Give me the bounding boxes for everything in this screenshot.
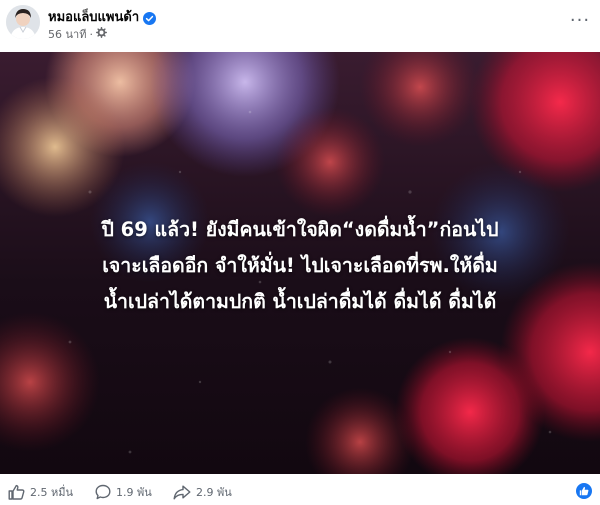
post-image[interactable]: ปี 69 แล้ว! ยังมีคนเข้าใจผิด“งดดื่มน้ำ”ก… xyxy=(0,52,600,474)
comment-button[interactable]: 1.9 พัน xyxy=(95,483,152,501)
author-name[interactable]: หมอแล็บแพนด้า xyxy=(48,6,139,27)
image-caption: ปี 69 แล้ว! ยังมีคนเข้าใจผิด“งดดื่มน้ำ”ก… xyxy=(0,212,600,320)
share-count: 2.9 พัน xyxy=(196,486,232,499)
post-header: หมอแล็บแพนด้า 56 นาที · ··· xyxy=(0,0,600,52)
share-button[interactable]: 2.9 พัน xyxy=(173,483,232,501)
author-row: หมอแล็บแพนด้า xyxy=(48,6,157,27)
more-options-icon: ··· xyxy=(569,9,591,31)
avatar[interactable] xyxy=(6,5,40,39)
gear-icon xyxy=(95,27,107,41)
caption-line-1: ปี 69 แล้ว! ยังมีคนเข้าใจผิด“งดดื่มน้ำ”ก… xyxy=(101,218,499,241)
caption-line-2: เจาะเลือดอีก จำให้มั่น! ไปเจาะเลือดที่รพ… xyxy=(102,254,498,277)
share-arrow-icon xyxy=(173,485,191,499)
post-timestamp[interactable]: 56 นาที xyxy=(48,25,86,43)
comment-count: 1.9 พัน xyxy=(116,486,152,499)
more-options-button[interactable]: ··· xyxy=(568,9,592,31)
comment-bubble-icon xyxy=(95,484,111,500)
meta-separator: · xyxy=(89,27,93,41)
like-reaction-icon[interactable] xyxy=(576,483,592,499)
avatar-photo xyxy=(6,5,40,39)
post-footer: 2.5 หมื่น 1.9 พัน 2.9 พัน xyxy=(0,474,600,505)
like-count: 2.5 หมื่น xyxy=(30,486,74,499)
post-meta: 56 นาที · xyxy=(48,25,107,43)
verified-badge-icon xyxy=(143,10,157,25)
caption-line-3: น้ำเปล่าได้ตามปกติ น้ำเปล่าดื่มได้ ดื่มไ… xyxy=(103,290,497,313)
thumbs-up-icon xyxy=(8,484,25,500)
like-button[interactable]: 2.5 หมื่น xyxy=(8,483,73,501)
